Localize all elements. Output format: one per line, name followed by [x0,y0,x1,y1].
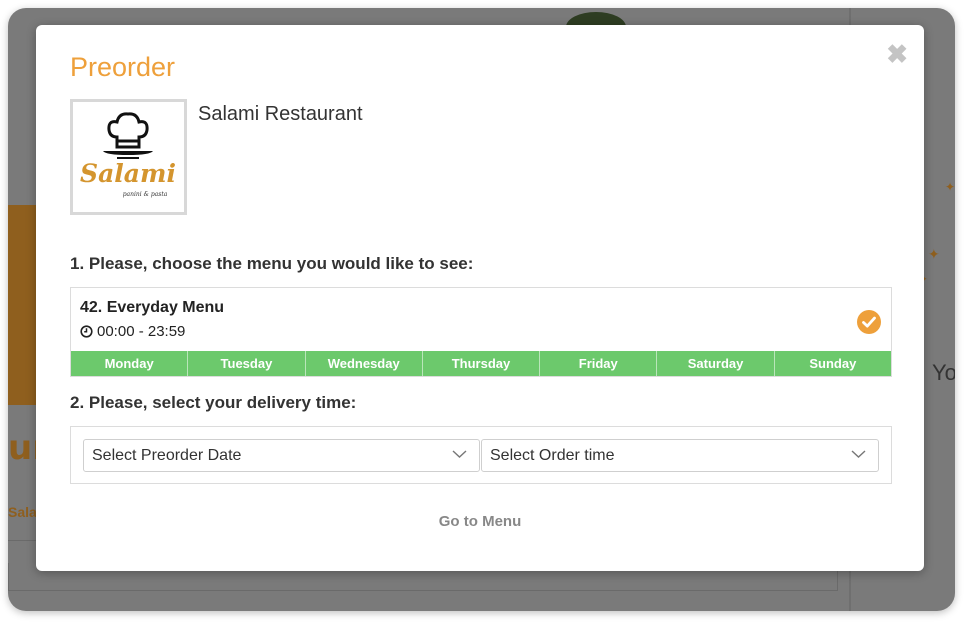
order-time-value: Select Order time [490,446,615,464]
menu-name: 42. Everyday Menu [80,299,225,316]
chevron-down-icon [452,450,467,458]
day-friday: Friday [540,351,658,376]
sparkle-icon: ✦ [928,246,940,262]
day-saturday: Saturday [657,351,775,376]
restaurant-name: Salami Restaurant [198,103,363,125]
restaurant-logo: Salami panini & pasta [70,99,187,215]
background-text-fragment: Yo [932,360,955,385]
menu-hours: 00:00 - 23:59 [80,323,185,340]
menu-option-card[interactable]: 42. Everyday Menu 00:00 - 23:59 Monday T… [70,287,892,377]
menu-days-bar: Monday Tuesday Wednesday Thursday Friday… [71,351,891,376]
clock-icon [80,325,93,338]
close-icon[interactable]: ✖ [886,41,908,67]
preorder-date-select[interactable]: Select Preorder Date [83,439,480,472]
order-time-select[interactable]: Select Order time [481,439,879,472]
preorder-date-value: Select Preorder Date [92,446,242,464]
step1-label: 1. Please, choose the menu you would lik… [70,254,474,273]
check-circle-icon [857,310,881,334]
menu-hours-text: 00:00 - 23:59 [97,323,186,340]
day-monday: Monday [71,351,189,376]
day-sunday: Sunday [809,356,857,371]
chef-hat-logo-icon: Salami panini & pasta [80,112,176,198]
go-to-menu-button[interactable]: Go to Menu [36,513,924,530]
day-wednesday: Wednesday [306,351,423,376]
modal-title: Preorder [70,52,176,82]
logo-tagline: panini & pasta [123,191,168,198]
sparkle-icon: ✦ [945,180,955,194]
preorder-modal: ✖ Preorder Salami panini & pasta Salami … [36,25,924,571]
logo-wordmark: Salami [80,159,176,188]
delivery-time-box: Select Preorder Date Select Order time [70,426,892,484]
day-tuesday: Tuesday [188,351,306,376]
step2-label: 2. Please, select your delivery time: [70,393,357,412]
chevron-down-icon [851,450,866,458]
day-thursday: Thursday [423,351,541,376]
